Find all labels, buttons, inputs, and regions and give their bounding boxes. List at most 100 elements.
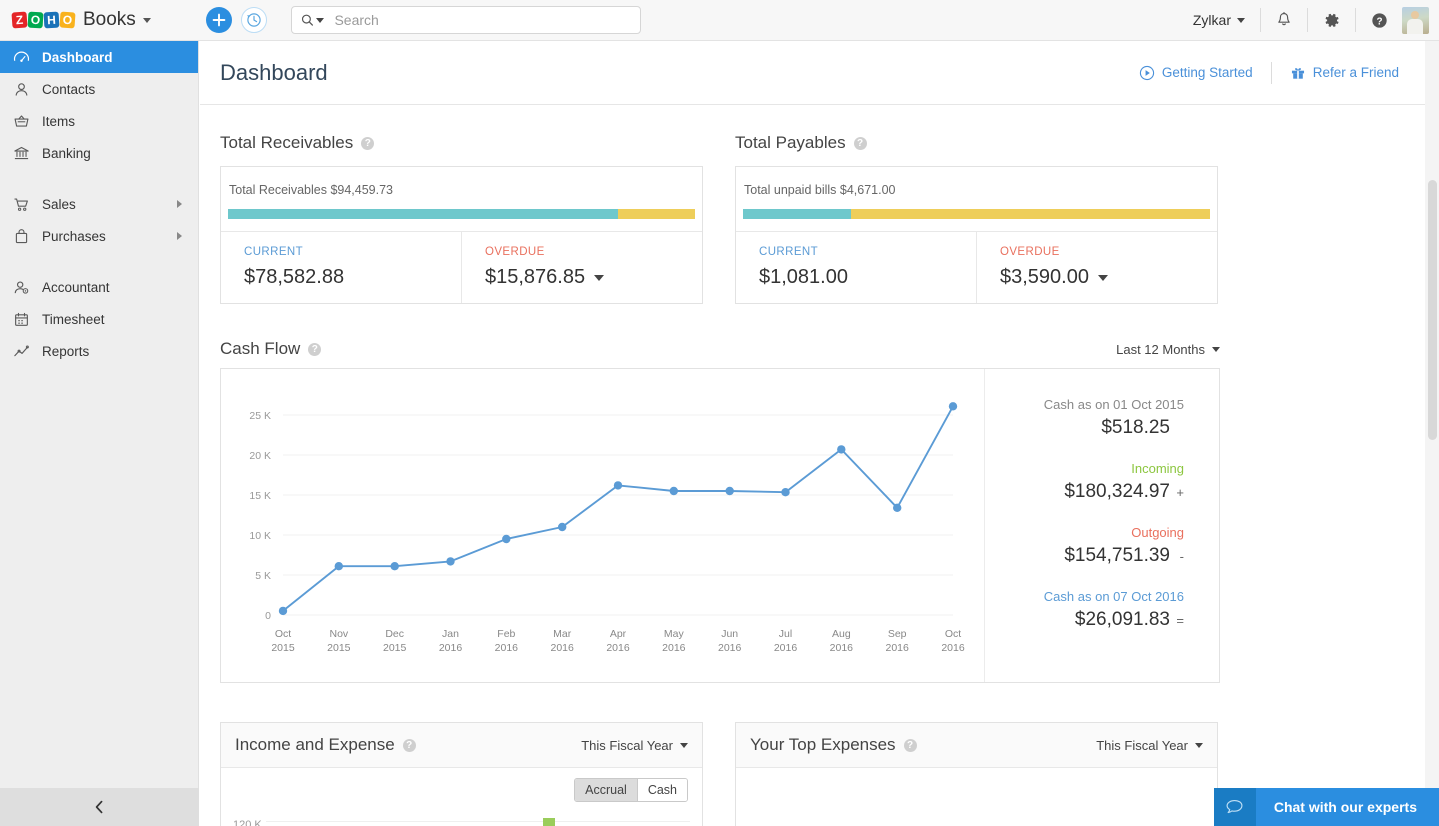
user-menu[interactable]: Zylkar <box>1178 8 1261 32</box>
help-tooltip-icon[interactable]: ? <box>904 739 917 752</box>
svg-text:2016: 2016 <box>606 642 630 654</box>
page-scrollbar[interactable] <box>1425 41 1439 826</box>
sidebar-item-reports[interactable]: Reports <box>0 335 198 367</box>
svg-text:15 K: 15 K <box>249 490 271 502</box>
chevron-right-icon[interactable] <box>177 200 182 208</box>
receivables-overdue[interactable]: OVERDUE $15,876.85 <box>461 232 702 303</box>
notifications-button[interactable] <box>1261 8 1308 32</box>
cash-flow-card: 05 K10 K15 K20 K25 KOct2015Nov2015Dec201… <box>220 368 1220 683</box>
top-expenses-title: Your Top Expenses ? <box>750 735 917 755</box>
svg-text:2016: 2016 <box>941 642 965 654</box>
collapse-sidebar-button[interactable] <box>0 788 199 826</box>
search-scope-chevron-down-icon[interactable] <box>316 18 324 23</box>
refer-a-friend-label: Refer a Friend <box>1313 65 1399 80</box>
sidebar-item-banking[interactable]: Banking <box>0 137 198 169</box>
settings-button[interactable] <box>1308 8 1356 32</box>
brand[interactable]: Z O H O Books <box>12 9 151 31</box>
person-gear-icon <box>13 279 35 296</box>
top-bar: Z O H O Books Zylkar <box>0 0 1439 41</box>
trend-line-icon <box>13 343 35 360</box>
svg-text:?: ? <box>1376 16 1382 27</box>
sidebar-item-purchases[interactable]: Purchases <box>0 220 198 252</box>
sidebar-item-contacts[interactable]: Contacts <box>0 73 198 105</box>
closing-cash-label[interactable]: Cash as on 07 Oct 2016 <box>995 589 1184 604</box>
avatar[interactable] <box>1402 7 1429 34</box>
income-expense-period-selector[interactable]: This Fiscal Year <box>581 738 688 753</box>
svg-text:Mar: Mar <box>553 628 572 640</box>
sidebar-item-accountant[interactable]: Accountant <box>0 271 198 303</box>
top-expenses-period-selector[interactable]: This Fiscal Year <box>1096 738 1203 753</box>
cash-flow-period-selector[interactable]: Last 12 Months <box>1116 342 1220 357</box>
receivables-current[interactable]: CURRENT $78,582.88 <box>221 232 461 303</box>
user-chevron-down-icon[interactable] <box>1237 18 1245 23</box>
cash-flow-chart[interactable]: 05 K10 K15 K20 K25 KOct2015Nov2015Dec201… <box>221 369 984 682</box>
total-receivables-widget: Total Receivables ? Total Receivables $9… <box>220 133 703 304</box>
accounting-basis-toggle[interactable]: Accrual Cash <box>574 778 688 802</box>
widget-title-text: Your Top Expenses <box>750 735 896 755</box>
payables-overdue[interactable]: OVERDUE $3,590.00 <box>976 232 1217 303</box>
chat-icon-button[interactable] <box>1214 788 1256 826</box>
payables-overdue-label: OVERDUE <box>1000 246 1217 258</box>
receivables-current-value: $78,582.88 <box>244 266 461 289</box>
add-new-button[interactable] <box>206 7 232 33</box>
question-circle-icon: ? <box>1371 12 1388 29</box>
help-button[interactable]: ? <box>1356 8 1396 32</box>
payables-current[interactable]: CURRENT $1,081.00 <box>736 232 976 303</box>
receivables-overdue-chevron-down-icon[interactable] <box>594 275 604 281</box>
payables-footer: CURRENT $1,081.00 OVERDUE $3,590.00 <box>736 231 1217 303</box>
sidebar-item-sales[interactable]: Sales <box>0 188 198 220</box>
svg-text:Oct: Oct <box>945 628 961 640</box>
top-bar-right: Zylkar ? <box>1178 0 1439 41</box>
logo-letter-o1: O <box>28 12 44 29</box>
svg-text:Dec: Dec <box>385 628 404 640</box>
payables-overdue-chevron-down-icon[interactable] <box>1098 275 1108 281</box>
help-tooltip-icon[interactable]: ? <box>308 343 321 356</box>
page-header-actions: Getting Started Refer a Friend <box>1121 62 1417 84</box>
chevron-down-icon <box>680 743 688 748</box>
receivables-progress-bar <box>228 209 695 219</box>
search-box[interactable] <box>291 6 641 34</box>
svg-text:25 K: 25 K <box>249 410 271 422</box>
refer-a-friend-link[interactable]: Refer a Friend <box>1272 65 1417 81</box>
svg-text:2016: 2016 <box>550 642 574 654</box>
chat-widget[interactable]: Chat with our experts <box>1214 788 1439 826</box>
svg-text:2016: 2016 <box>774 642 798 654</box>
cash-flow-title: Cash Flow ? <box>220 339 321 359</box>
chevron-down-icon <box>1212 347 1220 352</box>
getting-started-link[interactable]: Getting Started <box>1121 65 1271 81</box>
svg-text:20 K: 20 K <box>249 450 271 462</box>
scrollbar-thumb[interactable] <box>1428 180 1437 440</box>
chevron-right-icon[interactable] <box>177 232 182 240</box>
svg-text:2016: 2016 <box>885 642 909 654</box>
search-input[interactable] <box>332 11 630 29</box>
gear-icon <box>1323 12 1340 29</box>
svg-text:2015: 2015 <box>383 642 407 654</box>
toggle-cash[interactable]: Cash <box>637 779 687 801</box>
toggle-accrual[interactable]: Accrual <box>575 779 637 801</box>
calendar-icon <box>13 311 35 328</box>
svg-text:5 K: 5 K <box>255 570 271 582</box>
top-expenses-body <box>736 768 1217 826</box>
svg-text:0: 0 <box>265 610 271 622</box>
help-tooltip-icon[interactable]: ? <box>361 137 374 150</box>
receivables-overdue-amount: $15,876.85 <box>485 266 585 289</box>
svg-text:2016: 2016 <box>439 642 463 654</box>
help-tooltip-icon[interactable]: ? <box>403 739 416 752</box>
chevron-left-icon <box>94 800 105 814</box>
sidebar-item-dashboard[interactable]: Dashboard <box>0 41 198 73</box>
brand-chevron-down-icon[interactable] <box>143 18 151 23</box>
payables-current-label: CURRENT <box>759 246 976 258</box>
outgoing-label: Outgoing <box>995 525 1184 540</box>
sidebar: Dashboard Contacts Items Banking <box>0 41 199 826</box>
receivables-bar-section: Total Receivables $94,459.73 <box>221 167 702 231</box>
sidebar-item-timesheet[interactable]: Timesheet <box>0 303 198 335</box>
gauge-icon <box>13 49 35 66</box>
sidebar-item-items[interactable]: Items <box>0 105 198 137</box>
chat-label[interactable]: Chat with our experts <box>1256 788 1439 826</box>
svg-text:2016: 2016 <box>662 642 686 654</box>
sidebar-item-label: Items <box>42 114 75 129</box>
sidebar-item-label: Dashboard <box>42 50 113 65</box>
help-tooltip-icon[interactable]: ? <box>854 137 867 150</box>
svg-text:2015: 2015 <box>271 642 295 654</box>
recent-activity-button[interactable] <box>241 7 267 33</box>
